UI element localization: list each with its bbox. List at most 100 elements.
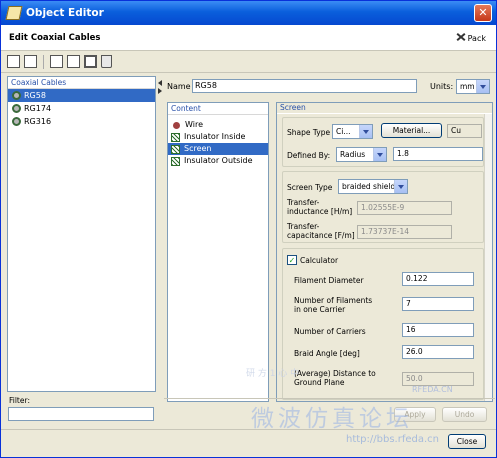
transfer-inductance-field: 1.02555E-9 bbox=[357, 201, 452, 215]
screen-panel-scrollbar[interactable] bbox=[484, 114, 492, 401]
watermark-brand: RFEDA.CN bbox=[412, 385, 453, 394]
calculator-checkbox[interactable]: ✓ bbox=[287, 255, 297, 265]
cable-item-rg58[interactable]: RG58 bbox=[8, 89, 155, 102]
cables-panel-title: Coaxial Cables bbox=[8, 77, 155, 89]
content-item-insulator-outside[interactable]: Insulator Outside bbox=[168, 155, 268, 167]
screen-type-label: Screen Type bbox=[287, 183, 333, 192]
shape-type-label: Shape Type bbox=[287, 128, 331, 137]
page-title: Edit Coaxial Cables bbox=[9, 33, 101, 43]
editor-header: Edit Coaxial Cables Pack bbox=[1, 25, 496, 51]
units-label: Units: bbox=[430, 82, 454, 91]
delete-icon[interactable] bbox=[101, 55, 112, 68]
distance-label-line2: Ground Plane bbox=[294, 378, 345, 387]
material-button[interactable]: Material... bbox=[381, 123, 442, 138]
pack-button[interactable]: Pack bbox=[456, 32, 486, 43]
expand-right-icon[interactable] bbox=[158, 88, 162, 94]
export-icon[interactable] bbox=[67, 55, 80, 68]
object-editor-window: Object Editor ✕ Edit Coaxial Cables Pack… bbox=[0, 0, 497, 458]
radius-input[interactable]: 1.8 bbox=[393, 147, 483, 161]
defined-by-value: Radius bbox=[340, 150, 366, 159]
toolbar-separator bbox=[43, 54, 44, 69]
editor-pencil-icon bbox=[5, 6, 23, 20]
cable-icon bbox=[12, 117, 21, 126]
content-panel-title: Content bbox=[168, 103, 268, 115]
name-label: Name bbox=[167, 82, 191, 91]
copy-icon[interactable] bbox=[24, 55, 37, 68]
content-item-wire[interactable]: Wire bbox=[168, 119, 268, 131]
content-item-insulator-inside[interactable]: Insulator Inside bbox=[168, 131, 268, 143]
cable-item-rg174[interactable]: RG174 bbox=[8, 102, 155, 115]
transfer-inductance-label-line2: inductance [H/m] bbox=[287, 207, 353, 216]
carriers-label: Number of Carriers bbox=[294, 327, 366, 336]
defined-by-label: Defined By: bbox=[287, 151, 331, 160]
name-input[interactable]: RG58 bbox=[192, 79, 417, 93]
filament-diameter-input[interactable]: 0.122 bbox=[402, 272, 474, 286]
insulator-icon bbox=[171, 156, 180, 166]
new-icon[interactable] bbox=[7, 55, 20, 68]
watermark-small: 研 方 1 心 中 bbox=[246, 369, 300, 379]
cable-label: RG316 bbox=[24, 117, 52, 126]
cables-list-panel: Coaxial Cables RG58 RG174 RG316 bbox=[7, 76, 156, 392]
defined-by-select[interactable]: Radius bbox=[336, 147, 387, 162]
cable-item-rg316[interactable]: RG316 bbox=[8, 115, 155, 128]
braid-angle-label: Braid Angle [deg] bbox=[294, 349, 360, 358]
insulator-icon bbox=[171, 132, 180, 142]
title-bar[interactable]: Object Editor ✕ bbox=[1, 1, 496, 25]
content-item-label: Screen bbox=[184, 144, 212, 153]
watermark-url: http://bbs.rfeda.cn bbox=[346, 434, 439, 445]
window-title: Object Editor bbox=[26, 7, 104, 19]
chevron-down-icon bbox=[476, 80, 489, 93]
screen-panel: Screen Shape Type Ci... Material... Cu D… bbox=[276, 102, 493, 402]
transfer-capacitance-field: 1.73737E-14 bbox=[357, 225, 452, 239]
cable-icon bbox=[12, 91, 21, 100]
transfer-inductance-label-line1: Transfer- bbox=[287, 198, 320, 207]
editor-area: Name RG58 Units: mm Content Wire Insulat… bbox=[164, 76, 495, 426]
filter-input[interactable] bbox=[8, 407, 154, 421]
transfer-capacitance-label-line1: Transfer- bbox=[287, 222, 320, 231]
content-item-label: Insulator Outside bbox=[184, 156, 253, 165]
collapse-left-icon[interactable] bbox=[158, 80, 162, 86]
footer-divider bbox=[1, 429, 496, 430]
content-panel: Content Wire Insulator Inside Screen Ins… bbox=[167, 102, 269, 402]
chevron-down-icon bbox=[359, 125, 372, 138]
carriers-input[interactable]: 16 bbox=[402, 323, 474, 337]
distance-field: 50.0 bbox=[402, 372, 474, 386]
wire-icon bbox=[173, 121, 180, 129]
screen-icon bbox=[171, 144, 180, 154]
cable-icon bbox=[12, 104, 21, 113]
content-item-label: Wire bbox=[185, 120, 203, 129]
screen-panel-title: Screen bbox=[277, 103, 492, 114]
filaments-input[interactable]: 7 bbox=[402, 297, 474, 311]
cable-label: RG174 bbox=[24, 104, 52, 113]
close-button[interactable]: Close bbox=[448, 434, 486, 449]
toolbar bbox=[1, 51, 496, 73]
units-value: mm bbox=[460, 82, 475, 91]
screen-type-value: braided shield bbox=[342, 182, 396, 191]
filter-label: Filter: bbox=[9, 396, 30, 405]
cable-label: RG58 bbox=[24, 91, 46, 100]
pack-label: Pack bbox=[467, 34, 486, 43]
filaments-label-line2: in one Carrier bbox=[294, 305, 346, 314]
transfer-capacitance-label-line2: capacitance [F/m] bbox=[287, 231, 355, 240]
braid-angle-input[interactable]: 26.0 bbox=[402, 345, 474, 359]
distance-label-line1: (Average) Distance to bbox=[294, 369, 376, 378]
panel-splitter[interactable] bbox=[158, 76, 163, 426]
filaments-label-line1: Number of Filaments bbox=[294, 296, 373, 305]
chevron-down-icon bbox=[373, 148, 386, 161]
import-icon[interactable] bbox=[50, 55, 63, 68]
pack-icon bbox=[456, 32, 466, 42]
units-select[interactable]: mm bbox=[456, 79, 490, 94]
chevron-down-icon bbox=[394, 180, 407, 193]
shape-type-select[interactable]: Ci... bbox=[332, 124, 373, 139]
calculator-label: Calculator bbox=[300, 256, 339, 265]
shape-type-value: Ci... bbox=[336, 127, 351, 136]
window-close-button[interactable]: ✕ bbox=[474, 4, 492, 22]
undo-button[interactable]: Undo bbox=[442, 407, 487, 422]
material-value: Cu bbox=[447, 124, 482, 138]
watermark-text: 微波仿真论坛 bbox=[251, 406, 413, 432]
content-item-label: Insulator Inside bbox=[184, 132, 246, 141]
filament-diameter-label: Filament Diameter bbox=[294, 276, 364, 285]
select-icon[interactable] bbox=[84, 55, 97, 68]
content-item-screen[interactable]: Screen bbox=[168, 143, 268, 155]
screen-type-select[interactable]: braided shield bbox=[338, 179, 408, 194]
